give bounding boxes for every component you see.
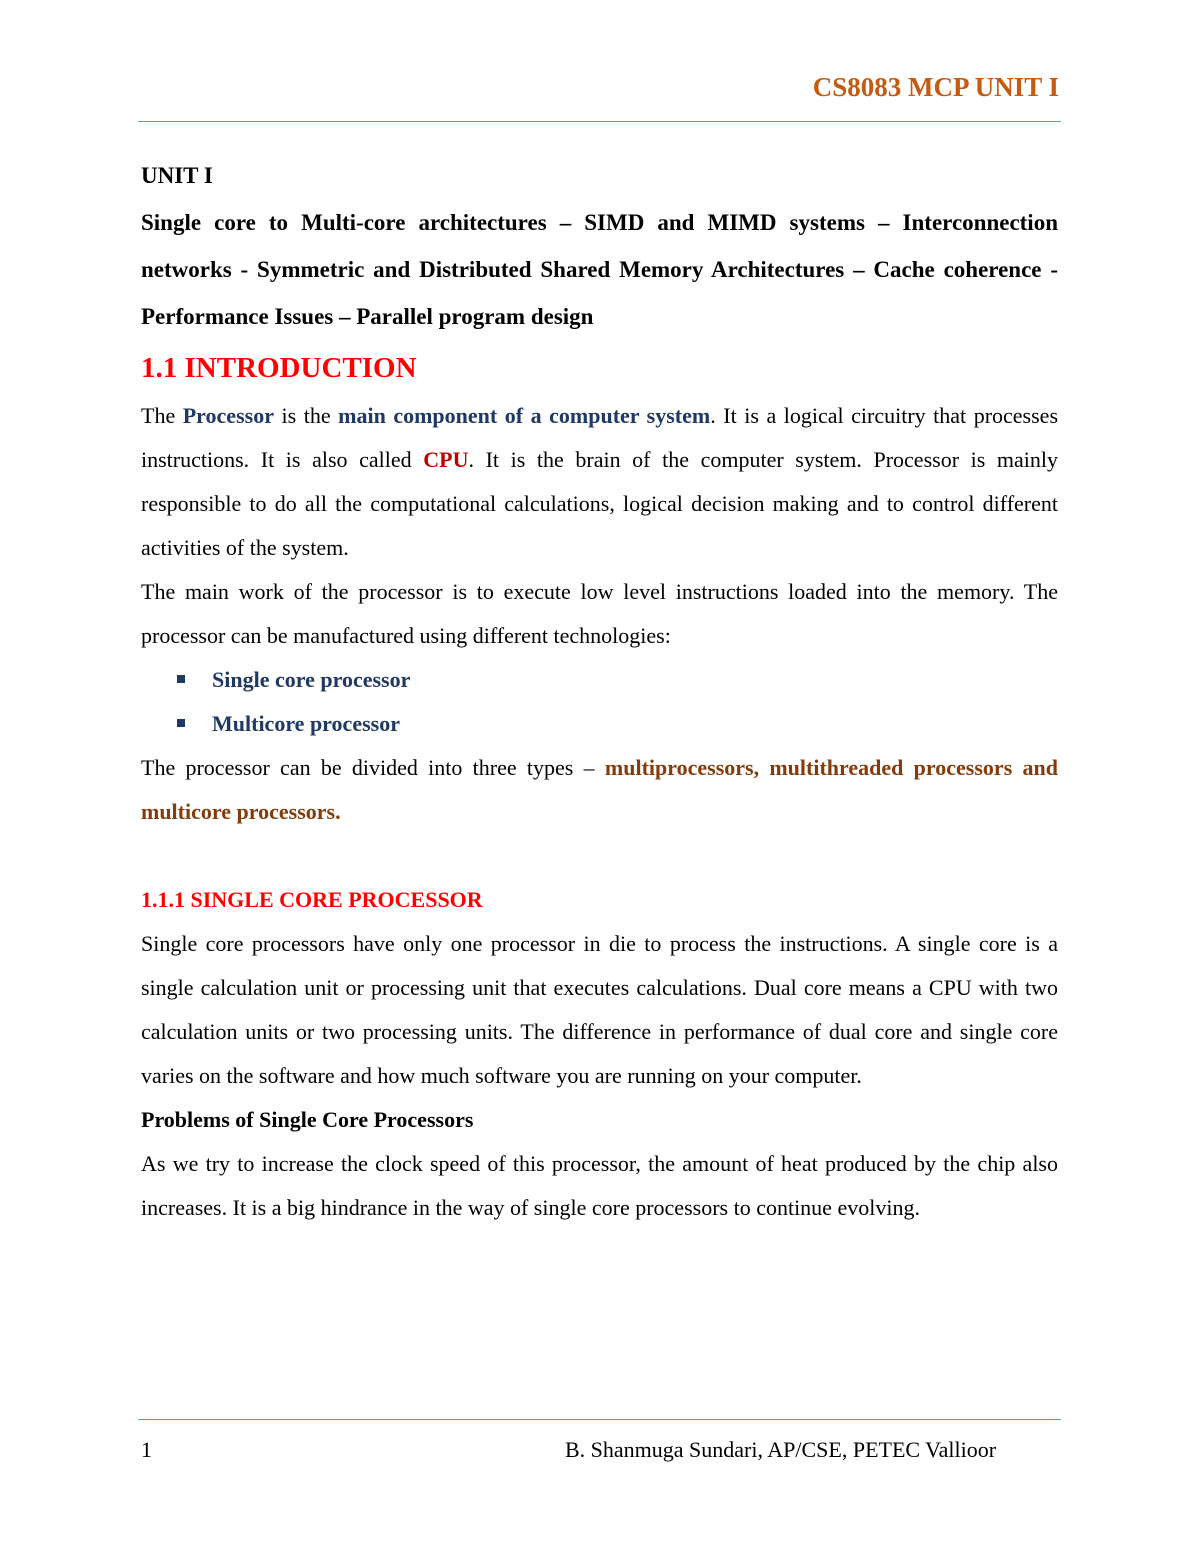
list-item-label: Multicore processor [212, 711, 400, 736]
keyword-processor: Processor [182, 403, 274, 428]
problems-paragraph: As we try to increase the clock speed of… [141, 1151, 1058, 1220]
footer-rule [138, 1419, 1061, 1420]
processor-technologies-list: Single core processor Multicore processo… [141, 658, 1058, 746]
section-heading-introduction: 1.1 INTRODUCTION [141, 352, 417, 384]
square-bullet-icon [177, 675, 185, 683]
keyword-main-component: main component of a computer system [338, 403, 711, 428]
text-run: The [141, 403, 183, 428]
text-run: The processor can be divided into three … [141, 755, 605, 780]
square-bullet-icon [177, 719, 185, 727]
list-item: Single core processor [177, 658, 1058, 702]
text-run: is the [273, 403, 339, 428]
processor-types-paragraph: The processor can be divided into three … [141, 746, 1058, 834]
single-core-paragraph: Single core processors have only one pro… [141, 931, 1058, 1088]
header-rule [138, 121, 1061, 122]
subheading-problems: Problems of Single Core Processors [141, 1107, 474, 1132]
keyword-cpu: CPU [423, 447, 469, 472]
section-heading-single-core: 1.1.1 SINGLE CORE PROCESSOR [141, 887, 483, 912]
page-number: 1 [141, 1437, 152, 1462]
unit-title: UNIT I [141, 163, 213, 188]
list-item: Multicore processor [177, 702, 1058, 746]
footer-author: B. Shanmuga Sundari, AP/CSE, PETEC Valli… [565, 1437, 997, 1462]
processor-work-paragraph: The main work of the processor is to exe… [141, 579, 1058, 648]
list-item-label: Single core processor [212, 667, 411, 692]
intro-paragraph: The Processor is the main component of a… [141, 394, 1058, 570]
page-header-title: CS8083 MCP UNIT I [812, 72, 1059, 102]
unit-topics: Single core to Multi-core architectures … [141, 210, 1058, 329]
page-content: UNIT I Single core to Multi-core archite… [141, 152, 1058, 1230]
